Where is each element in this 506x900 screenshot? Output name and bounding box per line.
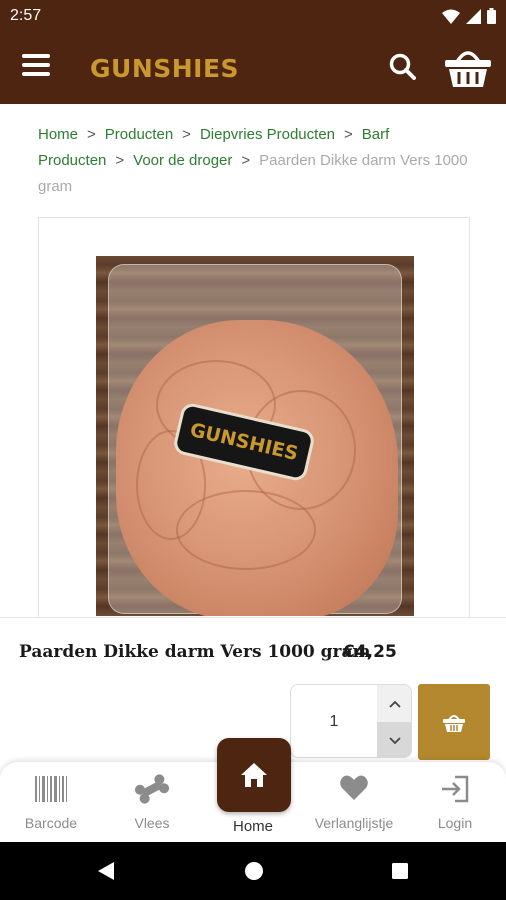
status-icons xyxy=(442,8,496,24)
wifi-icon xyxy=(442,9,460,24)
breadcrumb-separator: > xyxy=(344,126,353,143)
status-time: 2:57 xyxy=(10,7,42,24)
battery-icon xyxy=(487,8,496,24)
nav-item-vlees[interactable]: Vlees xyxy=(102,762,202,842)
product-photo[interactable]: GUNSHIES xyxy=(96,256,414,616)
signal-icon xyxy=(466,8,481,24)
product-price: €4,25 xyxy=(343,642,397,662)
home-circle-icon[interactable] xyxy=(244,861,264,881)
product-image-card[interactable]: GUNSHIES xyxy=(38,217,470,627)
app-header: GUNSHIES xyxy=(0,32,506,104)
quantity-increase-button[interactable] xyxy=(377,685,411,722)
back-icon[interactable] xyxy=(96,861,116,881)
breadcrumb-producten[interactable]: Producten xyxy=(105,126,173,143)
nav-label-home: Home xyxy=(232,818,273,835)
breadcrumb-home[interactable]: Home xyxy=(38,126,78,143)
barcode-icon xyxy=(35,776,67,802)
breadcrumb-separator: > xyxy=(241,152,251,169)
chevron-down-icon xyxy=(389,736,401,744)
bone-icon xyxy=(134,774,170,804)
logo-text: GUNSHIES xyxy=(90,53,240,83)
breadcrumb-separator: > xyxy=(115,152,125,169)
basket-icon xyxy=(443,715,465,732)
nav-label-verlanglijstje: Verlanglijstje xyxy=(314,815,394,831)
quantity-stepper[interactable]: 1 xyxy=(290,684,412,758)
nav-item-home[interactable] xyxy=(217,738,291,812)
breadcrumb-voor-de-droger[interactable]: Voor de droger xyxy=(133,152,232,169)
search-icon[interactable] xyxy=(386,50,420,84)
breadcrumb-separator: > xyxy=(182,126,191,143)
status-bar: 2:57 xyxy=(0,0,506,32)
nav-item-login[interactable]: Login xyxy=(405,762,505,842)
heart-icon xyxy=(340,775,368,800)
nav-item-verlanglijstje[interactable]: Verlanglijstje xyxy=(304,762,404,842)
breadcrumb-diepvries-producten[interactable]: Diepvries Producten xyxy=(200,126,335,143)
login-icon xyxy=(442,775,469,803)
home-icon xyxy=(241,763,267,787)
shopping-basket-icon[interactable] xyxy=(440,42,496,92)
chevron-up-icon xyxy=(389,700,401,708)
system-nav-bar xyxy=(0,842,506,900)
nav-label-vlees: Vlees xyxy=(134,815,170,831)
quantity-input[interactable]: 1 xyxy=(291,685,377,757)
nav-label-barcode: Barcode xyxy=(24,815,78,831)
breadcrumb: Home > Producten > Diepvries Producten > Barf … xyxy=(38,122,478,200)
add-to-cart-button[interactable] xyxy=(418,684,490,760)
gunshies-logo[interactable]: GUNSHIES xyxy=(90,46,239,90)
nav-label-login: Login xyxy=(437,815,473,831)
breadcrumb-separator: > xyxy=(87,126,96,143)
product-title: Paarden Dikke darm Vers 1000 gram xyxy=(19,642,371,662)
nav-item-barcode[interactable]: Barcode xyxy=(1,762,101,842)
hamburger-menu-icon[interactable] xyxy=(22,54,50,80)
sticker-text: GUNSHIES xyxy=(187,418,301,466)
quantity-decrease-button[interactable] xyxy=(377,722,411,757)
recents-icon[interactable] xyxy=(391,861,409,881)
